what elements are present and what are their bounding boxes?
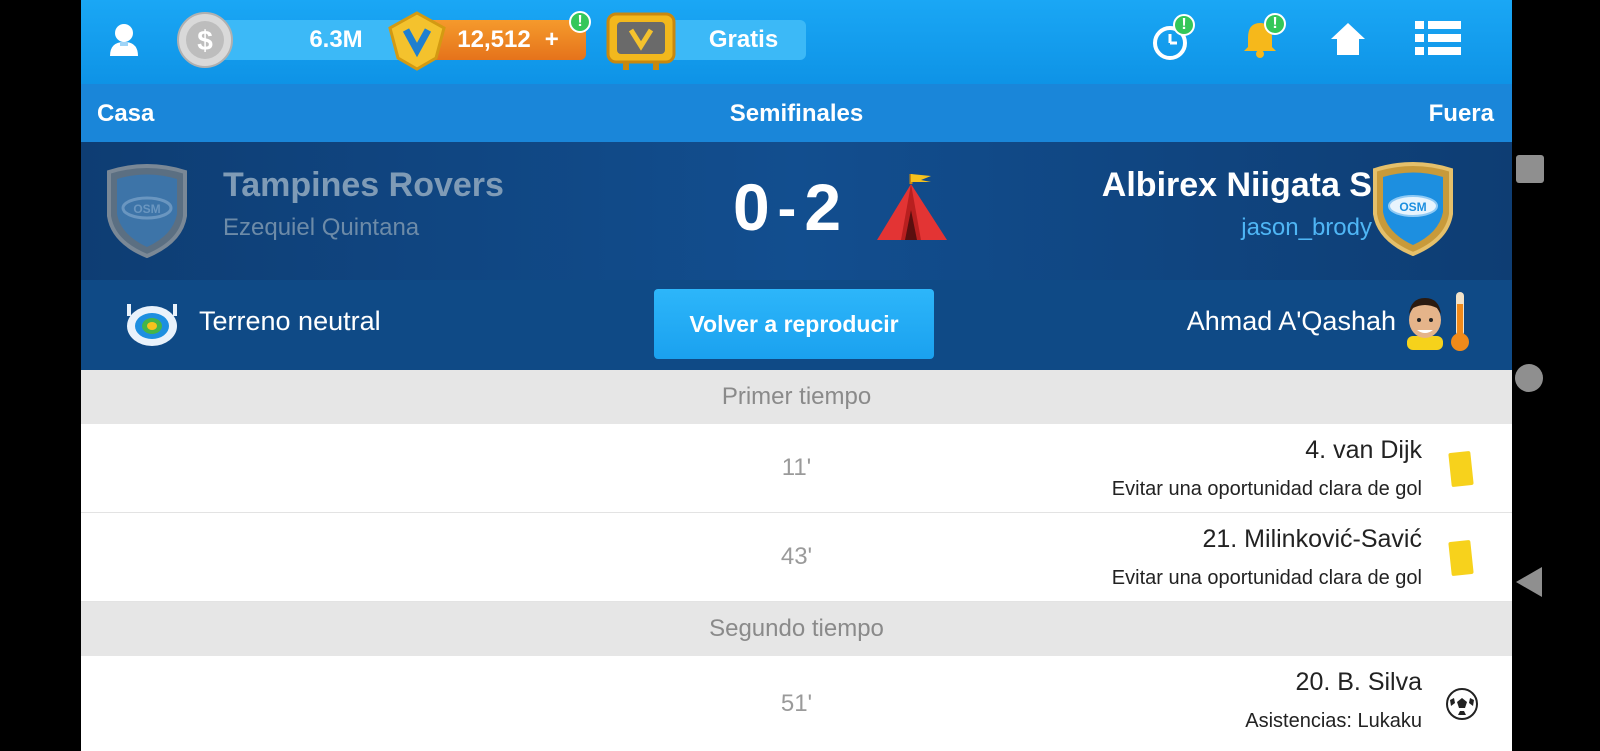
- svg-text:$: $: [197, 25, 213, 56]
- home-team-crest[interactable]: OSM: [103, 162, 191, 259]
- away-team-crest[interactable]: OSM: [1369, 160, 1457, 257]
- home-team-name[interactable]: Tampines Rovers: [223, 166, 504, 205]
- credits-plus-button[interactable]: +: [545, 26, 559, 54]
- second-half-header: Segundo tiempo: [81, 602, 1512, 656]
- away-team-name[interactable]: Albirex Niigata S: [1102, 166, 1372, 205]
- replay-button[interactable]: Volver a reproducir: [654, 289, 934, 359]
- gold-badge-icon: [386, 10, 448, 72]
- recents-button[interactable]: [1516, 155, 1544, 183]
- match-info-row: Terreno neutral Volver a reproducir Ahma…: [81, 280, 1512, 370]
- away-manager-name: jason_brody: [1241, 214, 1372, 241]
- tv-icon: [605, 10, 677, 72]
- event-player: 20. B. Silva: [1295, 668, 1422, 696]
- event-detail: Evitar una oportunidad clara de gol: [1111, 478, 1422, 500]
- score: 0 - 2: [717, 170, 857, 244]
- event-player: 21. Milinković-Savić: [1202, 525, 1422, 553]
- home-nav-button[interactable]: [1515, 364, 1543, 392]
- android-nav-bar: [1512, 0, 1600, 751]
- score-separator: -: [777, 175, 797, 239]
- tent-icon: [871, 170, 953, 244]
- notifications-alert-badge: !: [1264, 13, 1286, 35]
- stadium-label: Terreno neutral: [199, 306, 381, 336]
- free-label: Gratis: [708, 26, 779, 53]
- menu-list-icon[interactable]: [1415, 20, 1461, 56]
- score-away: 2: [804, 170, 842, 244]
- event-row[interactable]: 11' 4. van Dijk Evitar una oportunidad c…: [81, 424, 1512, 513]
- away-side-label: Fuera: [1428, 100, 1494, 127]
- home-crest-text: OSM: [133, 202, 160, 216]
- home-manager-name: Ezequiel Quintana: [223, 214, 420, 241]
- round-title: Semifinales: [729, 100, 864, 127]
- first-half-header: Primer tiempo: [81, 370, 1512, 424]
- match-header: Casa Semifinales Fuera: [81, 84, 1512, 142]
- home-icon[interactable]: [1329, 20, 1367, 58]
- event-row[interactable]: 43' 21. Milinković-Savić Evitar una opor…: [81, 513, 1512, 602]
- back-button[interactable]: [1516, 567, 1542, 597]
- top-bar: 6.3M $ 12,512 + ! Gratis ! !: [81, 0, 1512, 84]
- profile-icon[interactable]: [107, 22, 141, 58]
- score-home: 0: [732, 170, 770, 244]
- event-detail: Evitar una oportunidad clara de gol: [1111, 567, 1422, 589]
- timer-alert-badge: !: [1173, 14, 1195, 36]
- stadium-icon: [125, 298, 179, 350]
- app-window: 6.3M $ 12,512 + ! Gratis ! ! Casa Semifi…: [81, 0, 1512, 751]
- away-crest-text: OSM: [1399, 200, 1426, 214]
- coins-value: 6.3M: [309, 26, 363, 53]
- event-row[interactable]: 51' 20. B. Silva Asistencias: Lukaku: [81, 656, 1512, 751]
- silver-coin-icon: $: [177, 12, 233, 68]
- referee-name: Ahmad A'Qashah: [1186, 306, 1396, 336]
- referee-avatar[interactable]: [1403, 292, 1447, 350]
- event-player: 4. van Dijk: [1305, 436, 1422, 464]
- credits-value: 12,512: [457, 26, 531, 53]
- thermometer-icon: [1449, 290, 1471, 352]
- event-detail: Asistencias: Lukaku: [1245, 710, 1422, 732]
- credits-alert-badge: !: [569, 11, 591, 33]
- yellow-card-icon: [1448, 450, 1474, 488]
- yellow-card-icon: [1448, 539, 1474, 577]
- match-scoreboard: OSM Tampines Rovers Ezequiel Quintana 0 …: [81, 142, 1512, 280]
- goal-ball-icon: [1446, 688, 1478, 720]
